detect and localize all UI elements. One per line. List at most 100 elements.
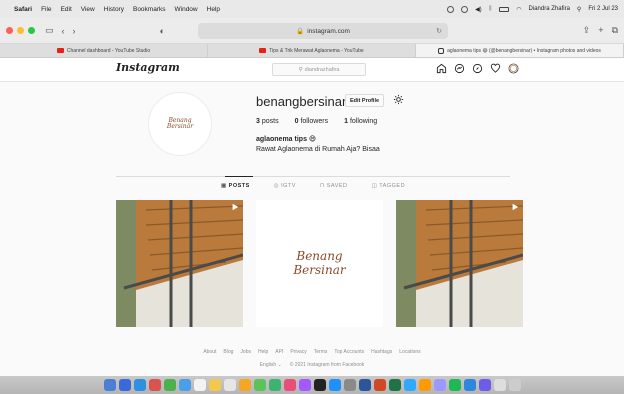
close-window-button[interactable] bbox=[6, 27, 13, 34]
settings-icon[interactable] bbox=[343, 379, 356, 391]
clock[interactable]: Fri 2 Jul 23 bbox=[588, 6, 618, 12]
mail-icon[interactable] bbox=[178, 379, 191, 391]
sidebar-toggle-icon[interactable]: ▭ bbox=[45, 25, 54, 36]
gear-icon[interactable] bbox=[393, 94, 404, 105]
profile-bio: Rawat Aglaonema di Rumah Aja? Bisaa bbox=[256, 146, 380, 153]
footer-link-help[interactable]: Help bbox=[258, 349, 268, 355]
footer-link-about[interactable]: About bbox=[203, 349, 216, 355]
spotlight-icon[interactable]: ⚲ bbox=[577, 6, 581, 13]
back-button[interactable]: ‹ bbox=[62, 26, 65, 36]
home-icon[interactable] bbox=[436, 63, 447, 74]
edit-profile-button[interactable]: Edit Profile bbox=[345, 94, 385, 107]
following-stat[interactable]: 1 following bbox=[344, 118, 377, 125]
forward-button[interactable]: › bbox=[73, 26, 76, 36]
footer-link-top-accounts[interactable]: Top Accounts bbox=[334, 349, 364, 355]
profile-avatar-icon[interactable] bbox=[508, 63, 519, 74]
menu-bookmarks[interactable]: Bookmarks bbox=[133, 6, 166, 13]
browser-tab[interactable]: Tips & Trik Merawat Aglaonema - YouTube bbox=[208, 44, 416, 57]
powerpoint-icon[interactable] bbox=[373, 379, 386, 391]
battery-icon[interactable] bbox=[499, 6, 510, 12]
explore-icon[interactable] bbox=[472, 63, 483, 74]
video-icon bbox=[232, 203, 239, 211]
language-select[interactable]: English ⌄ bbox=[260, 362, 282, 368]
post-thumbnail[interactable]: Benang Bersinar bbox=[256, 200, 383, 327]
tab-overview-icon[interactable]: ⧉ bbox=[612, 25, 618, 36]
spotify-icon[interactable] bbox=[448, 379, 461, 391]
wifi-icon[interactable]: ◠ bbox=[516, 6, 521, 13]
post-thumbnail[interactable] bbox=[396, 200, 523, 327]
illustrator-icon[interactable] bbox=[418, 379, 431, 391]
volume-icon[interactable]: ◀) bbox=[475, 6, 482, 13]
profile-tabs: ▦ POSTS ◎ IGTV ⊓ SAVED ◫ TAGGED bbox=[116, 183, 510, 189]
calendar-icon[interactable] bbox=[193, 379, 206, 391]
menu-history[interactable]: History bbox=[104, 6, 124, 13]
trash-icon[interactable] bbox=[508, 379, 521, 391]
finder-icon[interactable] bbox=[103, 379, 116, 391]
podcasts-icon[interactable] bbox=[298, 379, 311, 391]
search-input[interactable]: ⚲ diandrazhafira bbox=[272, 63, 366, 76]
safari-icon[interactable] bbox=[133, 379, 146, 391]
photo-booth-icon[interactable] bbox=[148, 379, 161, 391]
minimize-window-button[interactable] bbox=[17, 27, 24, 34]
followers-stat[interactable]: 0 followers bbox=[295, 118, 328, 125]
menu-edit[interactable]: Edit bbox=[61, 6, 72, 13]
new-tab-icon[interactable]: + bbox=[598, 25, 603, 36]
tv-icon[interactable] bbox=[313, 379, 326, 391]
menubar-user[interactable]: Diandra Zhafira bbox=[529, 6, 570, 12]
music-icon[interactable] bbox=[283, 379, 296, 391]
toolbar-right: ⇪ + ⧉ bbox=[583, 25, 618, 36]
launchpad-icon[interactable] bbox=[118, 379, 131, 391]
footer-link-hashtags[interactable]: Hashtags bbox=[371, 349, 392, 355]
browser-tab[interactable]: Channel dashboard - YouTube Studio bbox=[0, 44, 208, 57]
browser-tab-active[interactable]: aglaonema tips 😄 (@benangbersinar) • Ins… bbox=[416, 44, 624, 57]
app-icon[interactable] bbox=[478, 379, 491, 391]
notes-icon[interactable] bbox=[208, 379, 221, 391]
excel-icon[interactable] bbox=[388, 379, 401, 391]
address-bar[interactable]: 🔒 instagram.com ↻ bbox=[198, 23, 448, 39]
word-icon[interactable] bbox=[358, 379, 371, 391]
tab-posts[interactable]: ▦ POSTS bbox=[221, 183, 250, 189]
profile-avatar[interactable]: Benang Bersinar bbox=[148, 92, 212, 156]
tab-saved[interactable]: ⊓ SAVED bbox=[320, 183, 348, 189]
post-thumbnail[interactable] bbox=[116, 200, 243, 327]
tab-tagged[interactable]: ◫ TAGGED bbox=[372, 183, 406, 189]
downloads-icon[interactable] bbox=[493, 379, 506, 391]
app-icon[interactable] bbox=[463, 379, 476, 391]
reminders-icon[interactable] bbox=[223, 379, 236, 391]
status-icon[interactable] bbox=[461, 5, 469, 13]
chevron-down-icon: ⌄ bbox=[277, 362, 282, 368]
address-url: instagram.com bbox=[307, 27, 350, 35]
menu-help[interactable]: Help bbox=[207, 6, 220, 13]
photos-icon[interactable] bbox=[238, 379, 251, 391]
footer-link-api[interactable]: API bbox=[275, 349, 283, 355]
footer-link-privacy[interactable]: Privacy bbox=[290, 349, 306, 355]
bookmark-icon: ⊓ bbox=[319, 183, 325, 189]
heart-icon[interactable] bbox=[490, 63, 501, 74]
facetime-icon[interactable] bbox=[268, 379, 281, 391]
footer-link-jobs[interactable]: Jobs bbox=[240, 349, 251, 355]
menu-app[interactable]: Safari bbox=[14, 6, 32, 13]
instagram-logo[interactable]: Instagram bbox=[116, 61, 180, 74]
privacy-shield-icon[interactable]: ◐ bbox=[160, 26, 165, 36]
messenger-icon[interactable] bbox=[454, 63, 465, 74]
zoom-window-button[interactable] bbox=[28, 27, 35, 34]
menu-view[interactable]: View bbox=[81, 6, 95, 13]
bluetooth-icon[interactable]: ᛒ bbox=[489, 6, 493, 12]
status-icon[interactable] bbox=[447, 5, 455, 13]
share-icon[interactable]: ⇪ bbox=[583, 25, 591, 36]
photoshop-icon[interactable] bbox=[403, 379, 416, 391]
instagram-icon bbox=[438, 47, 445, 54]
footer-link-blog[interactable]: Blog bbox=[223, 349, 233, 355]
menu-file[interactable]: File bbox=[41, 6, 51, 13]
messages-icon[interactable] bbox=[253, 379, 266, 391]
facetime-icon[interactable] bbox=[163, 379, 176, 391]
premiere-icon[interactable] bbox=[433, 379, 446, 391]
menu-window[interactable]: Window bbox=[175, 6, 198, 13]
window-controls bbox=[6, 27, 35, 34]
footer-link-locations[interactable]: Locations bbox=[399, 349, 420, 355]
browser-tabs: Channel dashboard - YouTube Studio Tips … bbox=[0, 44, 624, 58]
footer-link-terms[interactable]: Terms bbox=[314, 349, 328, 355]
app-store-icon[interactable] bbox=[328, 379, 341, 391]
reload-icon[interactable]: ↻ bbox=[436, 27, 442, 35]
tab-igtv[interactable]: ◎ IGTV bbox=[274, 183, 296, 189]
